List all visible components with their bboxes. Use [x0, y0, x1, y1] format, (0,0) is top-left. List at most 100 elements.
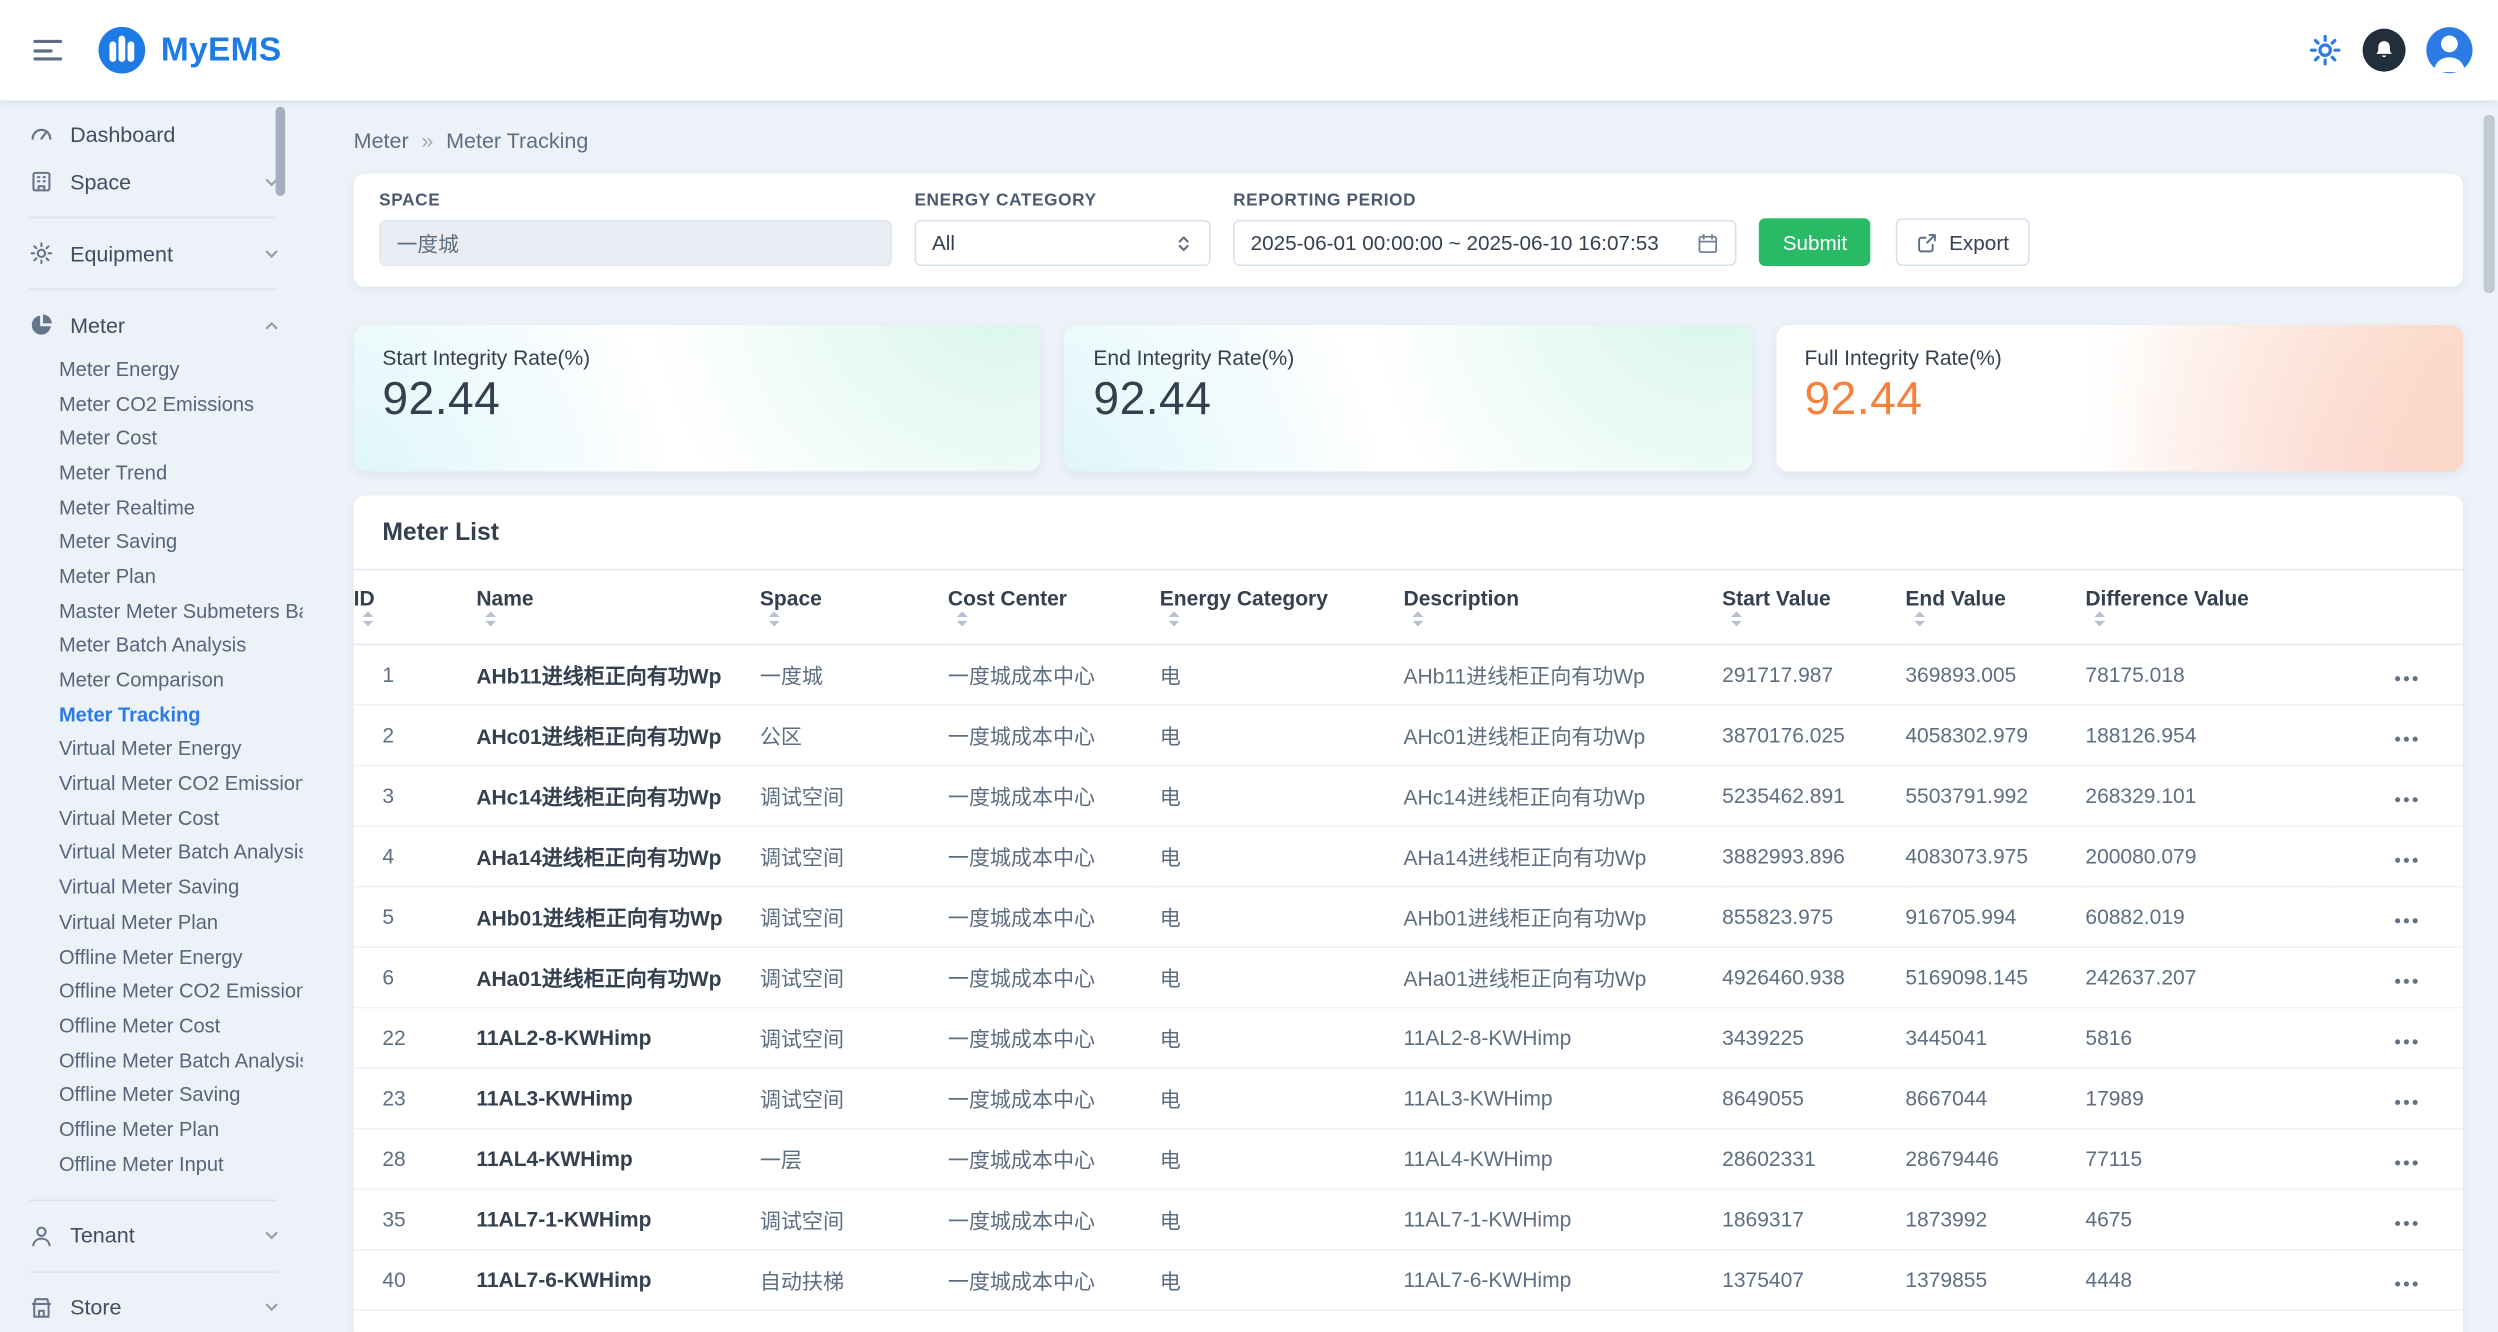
- cell-difference-value: 17989: [2085, 1068, 2332, 1129]
- table-row: 40 11AL7-6-KWHimp 自动扶梯 一度城成本中心 电 11AL7-6…: [354, 1250, 2463, 1311]
- cell-end-value: 369893.005: [1905, 644, 2085, 705]
- column-header[interactable]: End Value: [1905, 570, 2085, 645]
- sidebar-subitem[interactable]: Virtual Meter Energy: [0, 732, 303, 767]
- sidebar-scrollbar[interactable]: [276, 107, 286, 196]
- row-actions-button[interactable]: [2391, 971, 2421, 990]
- sidebar-divider: [29, 1271, 278, 1273]
- cell-description: AHa14进线柜正向有功Wp: [1404, 826, 1723, 887]
- sidebar-subitem-label: Virtual Meter Cost: [59, 807, 219, 829]
- sidebar-subitem[interactable]: Offline Meter Cost: [0, 1009, 303, 1044]
- sidebar-subitem[interactable]: Offline Meter Saving: [0, 1078, 303, 1113]
- cell-end-value: 4058302.979: [1905, 705, 2085, 766]
- dashboard-gauge-icon: [29, 121, 56, 146]
- store-icon: [29, 1294, 56, 1319]
- sidebar-subitem[interactable]: Offline Meter Input: [0, 1147, 303, 1182]
- sidebar-item-store[interactable]: Store: [0, 1283, 303, 1331]
- energy-category-select[interactable]: All: [914, 220, 1210, 266]
- sidebar-subitem[interactable]: Master Meter Submeters Ba: [0, 594, 303, 629]
- sidebar-subitem[interactable]: Meter Comparison: [0, 663, 303, 698]
- hamburger-menu-icon[interactable]: [22, 26, 73, 74]
- chevron-down-icon: [263, 1227, 281, 1245]
- sidebar-subitem[interactable]: Offline Meter Batch Analysis: [0, 1043, 303, 1078]
- breadcrumb-parent-link[interactable]: Meter: [354, 129, 409, 153]
- settings-gear-icon[interactable]: [2308, 33, 2341, 66]
- sidebar-subitem[interactable]: Meter Realtime: [0, 490, 303, 525]
- sidebar-item-dashboard[interactable]: Dashboard: [0, 110, 303, 158]
- column-header[interactable]: ID: [354, 570, 477, 645]
- space-input[interactable]: 一度城: [379, 220, 892, 266]
- reporting-period-input[interactable]: 2025-06-01 00:00:00 ~ 2025-06-10 16:07:5…: [1233, 220, 1736, 266]
- column-header[interactable]: Name: [476, 570, 760, 645]
- column-header[interactable]: Space: [760, 570, 948, 645]
- column-header[interactable]: Start Value: [1722, 570, 1905, 645]
- column-header[interactable]: [2332, 570, 2463, 645]
- sidebar-subitem[interactable]: Virtual Meter Saving: [0, 870, 303, 905]
- cell-space: 自动扶梯: [760, 1250, 948, 1311]
- row-actions-button[interactable]: [2391, 668, 2421, 687]
- row-actions-button[interactable]: [2391, 729, 2421, 748]
- sidebar-subitem[interactable]: Meter Batch Analysis: [0, 628, 303, 663]
- cell-name: 11AL3-KWHimp: [476, 1068, 760, 1129]
- row-actions-button[interactable]: [2391, 1092, 2421, 1111]
- page-scrollbar[interactable]: [2484, 115, 2495, 293]
- row-actions-button[interactable]: [2391, 789, 2421, 808]
- sidebar-item-tenant[interactable]: Tenant: [0, 1212, 303, 1260]
- sidebar: Dashboard Space Equipment: [0, 100, 303, 1331]
- cell-space: 一度城: [760, 644, 948, 705]
- cell-difference-value: 200080.079: [2085, 826, 2332, 887]
- sidebar-subitem[interactable]: Meter Saving: [0, 525, 303, 560]
- column-header-label: Difference Value: [2085, 586, 2248, 610]
- sidebar-subitem[interactable]: Virtual Meter Plan: [0, 905, 303, 940]
- column-header[interactable]: Energy Category: [1160, 570, 1404, 645]
- sidebar-subitem-label: Offline Meter CO2 Emission: [59, 980, 303, 1002]
- space-filter-group: SPACE 一度城: [379, 191, 892, 266]
- calendar-icon: [1697, 232, 1719, 254]
- sidebar-item-label: Dashboard: [70, 122, 175, 146]
- sidebar-subitem[interactable]: Virtual Meter CO2 Emission: [0, 767, 303, 802]
- cell-cost-center: 一度城成本中心: [948, 1008, 1160, 1069]
- sidebar-item-equipment[interactable]: Equipment: [0, 229, 303, 277]
- sidebar-subitem-label: Virtual Meter Batch Analysis: [59, 842, 303, 864]
- row-actions-button[interactable]: [2391, 1153, 2421, 1172]
- column-header[interactable]: Difference Value: [2085, 570, 2332, 645]
- submit-button[interactable]: Submit: [1759, 218, 1871, 266]
- row-actions-button[interactable]: [2391, 1213, 2421, 1232]
- sidebar-subitem[interactable]: Meter Plan: [0, 559, 303, 594]
- sidebar-subitem[interactable]: Meter Tracking: [0, 698, 303, 733]
- sidebar-subitem[interactable]: Meter Energy: [0, 352, 303, 387]
- sidebar-subitem[interactable]: Virtual Meter Cost: [0, 801, 303, 836]
- breadcrumb: Meter»Meter Tracking: [354, 129, 2463, 153]
- row-actions-button[interactable]: [2391, 910, 2421, 929]
- app-window: MyEMS: [0, 0, 2498, 1332]
- brand-logo[interactable]: MyEMS: [96, 24, 282, 77]
- cell-difference-value: 78175.018: [2085, 644, 2332, 705]
- sidebar-subitem[interactable]: Meter CO2 Emissions: [0, 387, 303, 422]
- cell-name: AHb01进线柜正向有功Wp: [476, 887, 760, 948]
- stat-card: Start Integrity Rate(%) 92.44: [354, 325, 1041, 472]
- sidebar-subitem[interactable]: Offline Meter Energy: [0, 939, 303, 974]
- main-content: Meter»Meter Tracking SPACE 一度城 ENERGY CA…: [303, 100, 2498, 1331]
- sidebar-item-space[interactable]: Space: [0, 158, 303, 206]
- row-actions-button[interactable]: [2391, 850, 2421, 869]
- cell-id: 4: [354, 826, 477, 887]
- sidebar-subitem[interactable]: Meter Trend: [0, 456, 303, 491]
- cell-difference-value: 5816: [2085, 1008, 2332, 1069]
- cell-difference-value: 268329.101: [2085, 765, 2332, 826]
- column-header[interactable]: Cost Center: [948, 570, 1160, 645]
- cell-start-value: 8649055: [1722, 1068, 1905, 1129]
- column-header[interactable]: Description: [1404, 570, 1723, 645]
- notifications-bell-icon[interactable]: [2363, 29, 2406, 72]
- export-button[interactable]: Export: [1897, 218, 2030, 266]
- sidebar-subitem[interactable]: Offline Meter CO2 Emission: [0, 974, 303, 1009]
- sidebar-subitem[interactable]: Meter Cost: [0, 421, 303, 456]
- sidebar-subitem[interactable]: Virtual Meter Batch Analysis: [0, 836, 303, 871]
- sidebar-item-meter[interactable]: Meter: [0, 301, 303, 349]
- cell-description: AHc01进线柜正向有功Wp: [1404, 705, 1723, 766]
- user-avatar[interactable]: [2426, 27, 2472, 73]
- row-actions-button[interactable]: [2391, 1274, 2421, 1293]
- sidebar-subitem[interactable]: Offline Meter Plan: [0, 1112, 303, 1147]
- cell-cost-center: 一度城成本中心: [948, 887, 1160, 948]
- row-actions-button[interactable]: [2391, 1032, 2421, 1051]
- cell-end-value: 3445041: [1905, 1008, 2085, 1069]
- meter-list-title: Meter List: [354, 495, 2463, 568]
